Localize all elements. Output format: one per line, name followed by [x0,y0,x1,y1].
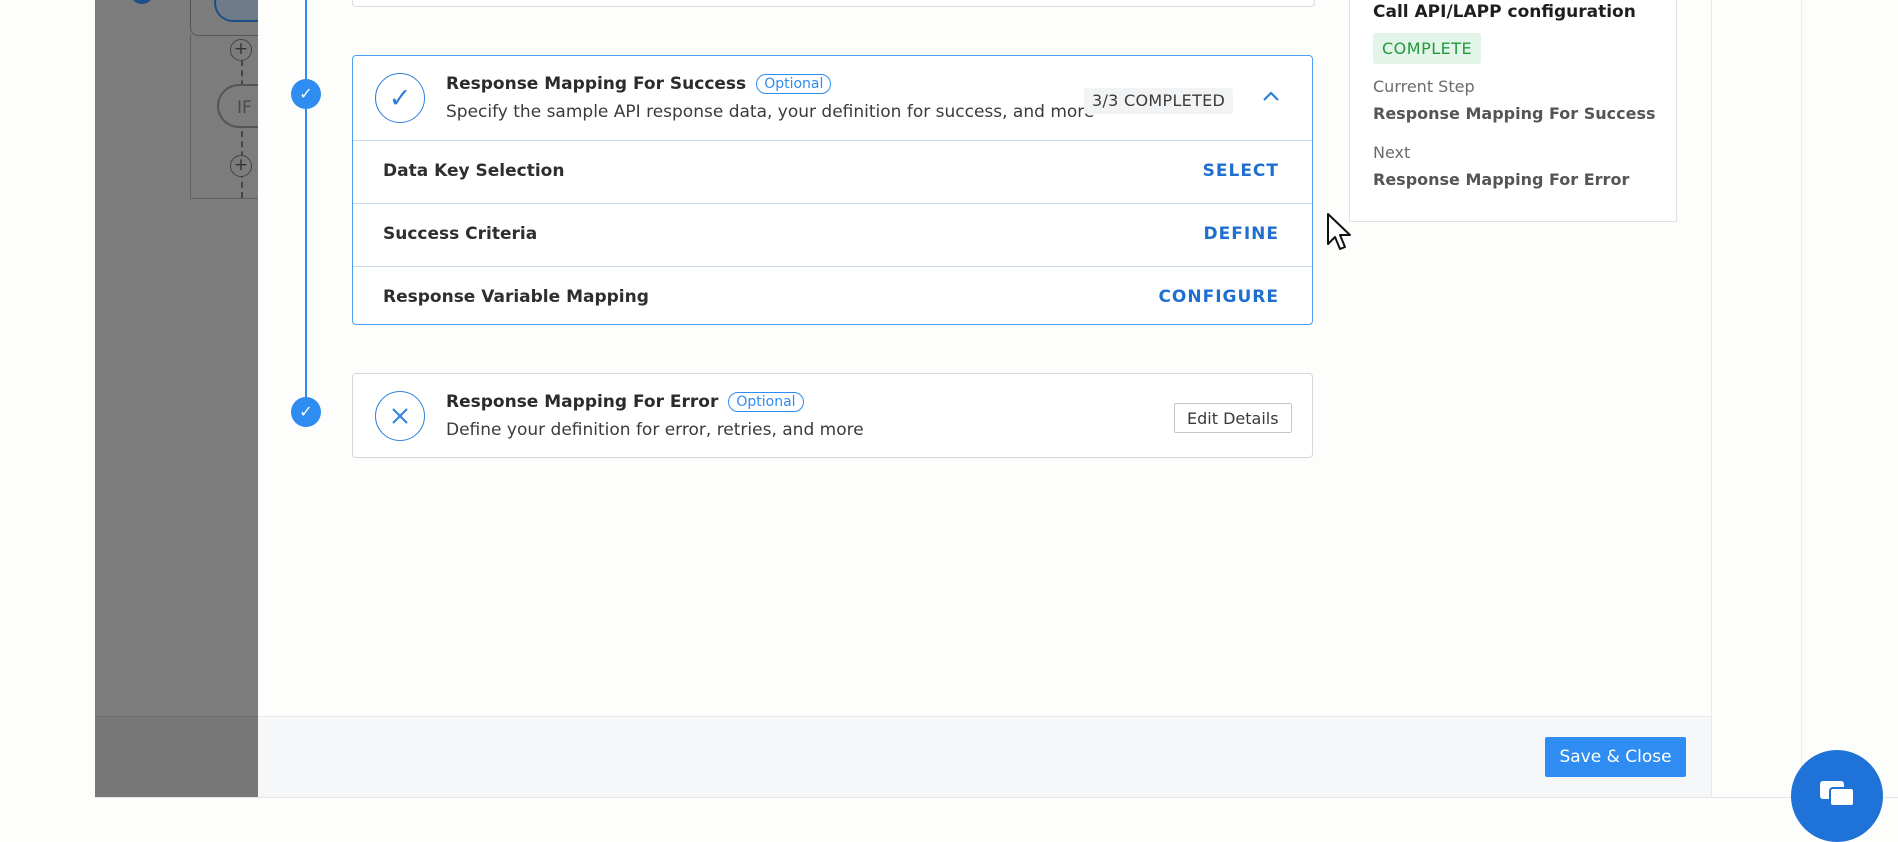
card-header: Response Mapping For Error Optional Defin… [353,374,1312,458]
progress-badge: 3/3 COMPLETED [1084,88,1234,114]
check-icon: ✓ [375,73,425,123]
if-node: IF [217,84,258,128]
optional-badge: Optional [728,392,804,412]
step-complete-icon: ✓ [291,79,321,109]
status-badge: COMPLETE [1373,33,1482,64]
workflow-canvas-footer [95,716,258,798]
chat-icon [1820,781,1855,807]
chevron-up-icon[interactable] [1260,86,1282,108]
edit-details-button[interactable]: Edit Details [1174,403,1292,433]
previous-step-card [352,0,1315,7]
response-mapping-success-card: ✓ Response Mapping For Success Optional S… [352,55,1313,325]
card-title: Response Mapping For Success Optional [446,74,832,94]
next-step-label: Next [1373,143,1411,162]
card-title-text: Response Mapping For Error [446,392,719,412]
configuration-summary: Call API/LAPP configuration COMPLETE Cur… [1349,0,1677,222]
define-button[interactable]: DEFINE [1203,224,1279,244]
save-and-close-button[interactable]: Save & Close [1545,737,1686,777]
sub-step-label: Response Variable Mapping [383,287,649,307]
step-complete-icon: ✓ [291,397,321,427]
current-step-label: Current Step [1373,77,1475,96]
panel-footer [258,716,1711,798]
sub-step-label: Success Criteria [383,224,538,244]
current-step-value: Response Mapping For Success [1373,104,1656,123]
add-step-icon: + [230,39,252,61]
next-step-value: Response Mapping For Error [1373,170,1630,189]
sub-step-row: Response Variable Mapping CONFIGURE [353,266,1312,329]
page-bottom-border [95,797,1898,798]
card-title-text: Response Mapping For Success [446,74,747,94]
mouse-cursor-icon [1327,213,1351,250]
summary-title: Call API/LAPP configuration [1373,2,1636,22]
close-icon [375,391,425,441]
sub-step-label: Data Key Selection [383,161,565,181]
chat-widget-button[interactable] [1791,750,1883,842]
card-description: Specify the sample API response data, yo… [446,102,1095,122]
response-mapping-error-card: Response Mapping For Error Optional Defin… [352,373,1313,458]
add-step-icon: + [230,155,252,177]
configure-button[interactable]: CONFIGURE [1158,287,1279,307]
card-header[interactable]: ✓ Response Mapping For Success Optional S… [353,56,1312,140]
sub-step-row: Success Criteria DEFINE [353,203,1312,266]
card-description: Define your definition for error, retrie… [446,420,864,440]
optional-badge: Optional [756,74,832,94]
stepper-line [305,0,307,412]
panel-divider [1801,0,1802,797]
panel-divider [1711,0,1712,797]
sub-step-row: Data Key Selection SELECT [353,140,1312,203]
select-button[interactable]: SELECT [1203,161,1279,181]
card-title: Response Mapping For Error Optional [446,392,804,412]
